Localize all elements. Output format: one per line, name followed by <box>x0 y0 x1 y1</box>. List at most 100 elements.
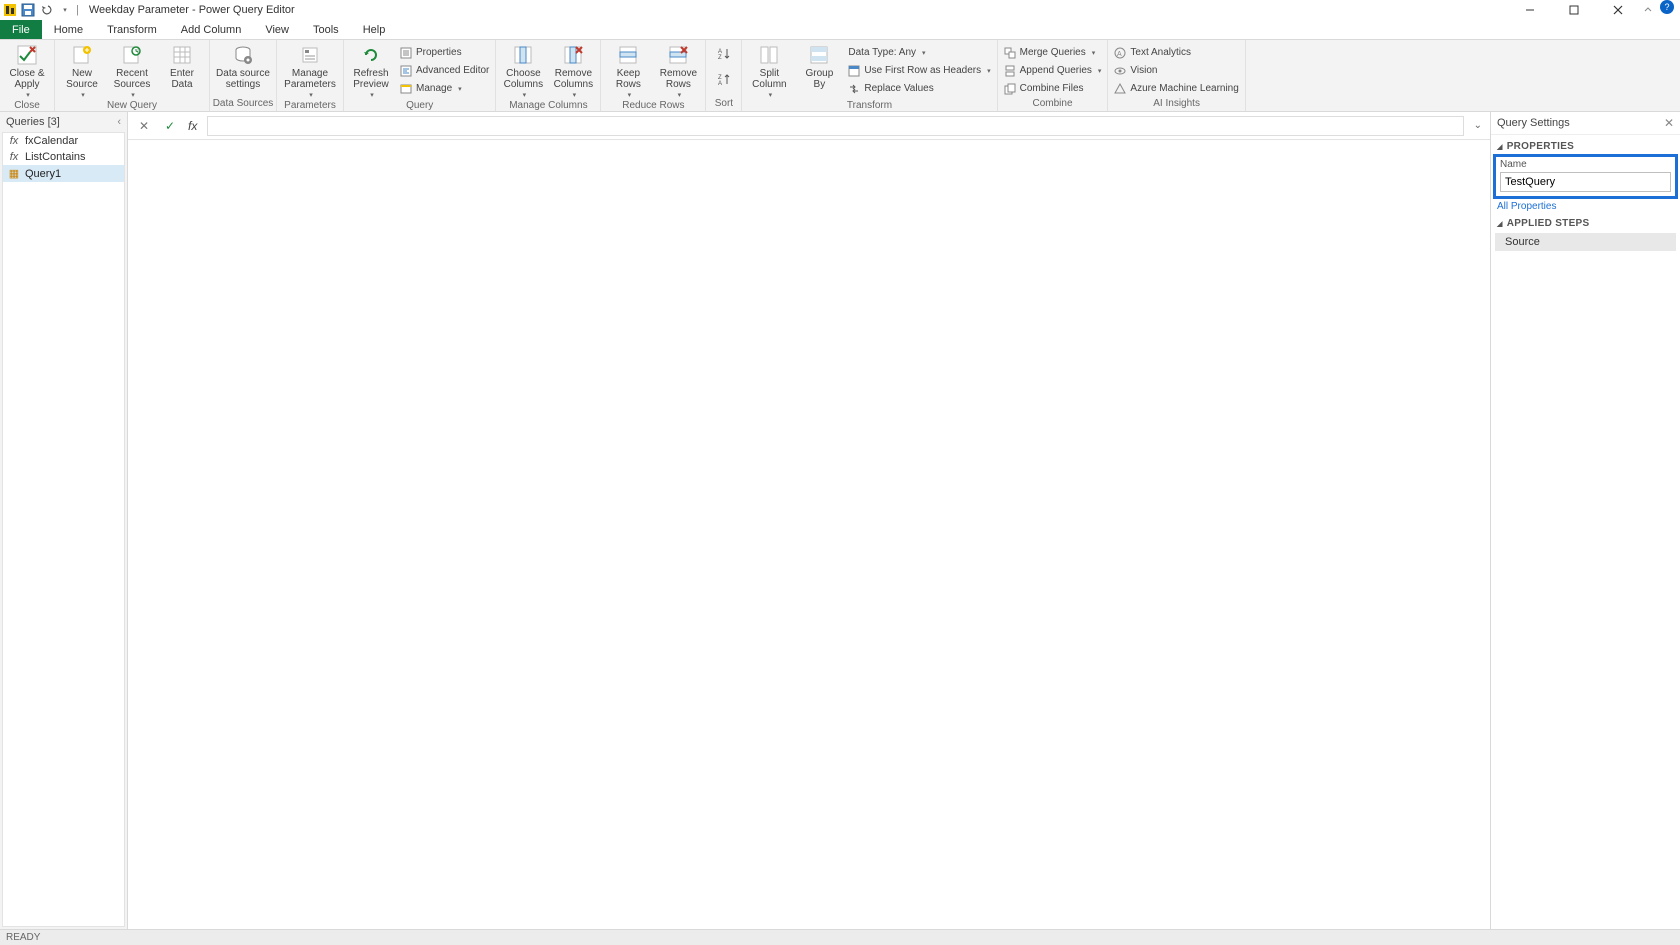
remove-rows-button[interactable]: Remove Rows <box>655 42 701 100</box>
queries-header: Queries [3] ‹ <box>0 112 127 132</box>
close-window-button[interactable] <box>1596 0 1640 20</box>
ribbon-group-ai-insights-label: AI Insights <box>1108 98 1244 111</box>
query-settings-close-button[interactable]: ✕ <box>1664 116 1674 130</box>
query-item-label: fxCalendar <box>25 135 78 147</box>
replace-values-button[interactable]: Replace Values <box>846 80 992 97</box>
qat-customize[interactable] <box>56 2 72 18</box>
properties-label: Properties <box>416 47 462 58</box>
tab-tools[interactable]: Tools <box>301 20 351 39</box>
undo-button[interactable] <box>38 2 54 18</box>
remove-columns-button[interactable]: Remove Columns <box>550 42 596 100</box>
minimize-button[interactable] <box>1508 0 1552 20</box>
query-item-label: ListContains <box>25 151 86 163</box>
queries-collapse-icon[interactable]: ‹ <box>117 116 121 128</box>
split-column-button[interactable]: Split Column <box>746 42 792 100</box>
tab-add-column[interactable]: Add Column <box>169 20 254 39</box>
data-type-button[interactable]: Data Type: Any <box>846 44 992 61</box>
maximize-button[interactable] <box>1552 0 1596 20</box>
append-queries-button[interactable]: Append Queries <box>1002 62 1104 79</box>
vision-button[interactable]: Vision <box>1112 62 1240 79</box>
status-bar: READY <box>0 929 1680 945</box>
window-title: Weekday Parameter - Power Query Editor <box>89 4 295 16</box>
close-apply-label: Close & Apply <box>9 68 44 90</box>
group-by-button[interactable]: Group By <box>796 42 842 90</box>
split-column-label: Split Column <box>752 68 786 90</box>
formula-bar: ✕ ✓ fx ⌄ <box>128 112 1490 140</box>
manage-parameters-label: Manage Parameters <box>284 68 336 90</box>
new-source-label: New Source <box>66 68 98 90</box>
preview-body <box>128 140 1490 929</box>
function-icon: fx <box>7 151 21 163</box>
sort-desc-button[interactable]: ZA <box>714 68 734 92</box>
formula-input[interactable] <box>207 116 1463 136</box>
tab-home[interactable]: Home <box>42 20 95 39</box>
formula-expand-icon[interactable]: ⌄ <box>1474 120 1482 131</box>
main-area: Queries [3] ‹ fx fxCalendar fx ListConta… <box>0 112 1680 929</box>
query-item-listcontains[interactable]: fx ListContains <box>3 149 124 165</box>
ribbon-collapse-icon[interactable] <box>1640 0 1656 20</box>
query-name-input[interactable] <box>1500 172 1671 192</box>
ribbon-group-ai-insights: A Text Analytics Vision Azure Machine Le… <box>1108 40 1245 111</box>
all-properties-link[interactable]: All Properties <box>1491 199 1680 212</box>
manage-parameters-button[interactable]: Manage Parameters <box>281 42 339 100</box>
ribbon-group-transform-label: Transform <box>742 100 996 113</box>
ribbon-group-combine: Merge Queries Append Queries Combine Fil… <box>998 40 1109 111</box>
query-settings-pane: Query Settings ✕ PROPERTIES Name All Pro… <box>1490 112 1680 929</box>
manage-button[interactable]: Manage <box>398 80 491 97</box>
query-item-query1[interactable]: ▦ Query1 <box>3 165 124 182</box>
ribbon-group-new-query-label: New Query <box>55 100 209 113</box>
merge-queries-label: Merge Queries <box>1020 47 1086 58</box>
function-icon: fx <box>7 135 21 147</box>
query-item-fxcalendar[interactable]: fx fxCalendar <box>3 133 124 149</box>
queries-header-label: Queries [3] <box>6 116 60 128</box>
ribbon: Close & Apply Close New Source Recent So… <box>0 40 1680 112</box>
help-button[interactable]: ? <box>1660 0 1674 14</box>
formula-commit-button[interactable]: ✓ <box>162 118 178 134</box>
enter-data-button[interactable]: Enter Data <box>159 42 205 90</box>
queries-list: fx fxCalendar fx ListContains ▦ Query1 <box>2 132 125 927</box>
formula-cancel-button[interactable]: ✕ <box>136 118 152 134</box>
azure-ml-label: Azure Machine Learning <box>1130 83 1238 94</box>
ribbon-group-combine-label: Combine <box>998 98 1108 111</box>
tab-help[interactable]: Help <box>351 20 398 39</box>
vision-label: Vision <box>1130 65 1157 76</box>
properties-button[interactable]: Properties <box>398 44 491 61</box>
refresh-preview-button[interactable]: Refresh Preview <box>348 42 394 100</box>
ribbon-group-transform: Split Column Group By Data Type: Any Use… <box>742 40 997 111</box>
advanced-editor-label: Advanced Editor <box>416 65 489 76</box>
tab-transform[interactable]: Transform <box>95 20 169 39</box>
new-source-button[interactable]: New Source <box>59 42 105 100</box>
advanced-editor-button[interactable]: Advanced Editor <box>398 62 491 79</box>
ribbon-group-sort: AZ ZA Sort <box>706 40 742 111</box>
name-label: Name <box>1500 159 1671 170</box>
ribbon-group-manage-columns: Choose Columns Remove Columns Manage Col… <box>496 40 601 111</box>
applied-steps-list: Source <box>1495 233 1676 251</box>
tab-view[interactable]: View <box>253 20 301 39</box>
group-by-label: Group By <box>805 68 833 90</box>
text-analytics-label: Text Analytics <box>1130 47 1191 58</box>
fx-icon: fx <box>188 119 197 133</box>
choose-columns-button[interactable]: Choose Columns <box>500 42 546 100</box>
choose-columns-label: Choose Columns <box>504 68 543 90</box>
first-row-headers-button[interactable]: Use First Row as Headers <box>846 62 992 79</box>
close-apply-button[interactable]: Close & Apply <box>4 42 50 100</box>
merge-queries-button[interactable]: Merge Queries <box>1002 44 1104 61</box>
svg-text:A: A <box>1117 51 1122 58</box>
properties-section-header[interactable]: PROPERTIES <box>1491 135 1680 154</box>
keep-rows-button[interactable]: Keep Rows <box>605 42 651 100</box>
queries-pane: Queries [3] ‹ fx fxCalendar fx ListConta… <box>0 112 128 929</box>
applied-steps-section-header[interactable]: APPLIED STEPS <box>1491 212 1680 231</box>
combine-files-button[interactable]: Combine Files <box>1002 80 1104 97</box>
first-row-headers-label: Use First Row as Headers <box>864 65 981 76</box>
recent-sources-button[interactable]: Recent Sources <box>109 42 155 100</box>
data-source-settings-button[interactable]: Data source settings <box>214 42 272 90</box>
text-analytics-button[interactable]: A Text Analytics <box>1112 44 1240 61</box>
ribbon-group-parameters-label: Parameters <box>277 100 343 113</box>
tab-file[interactable]: File <box>0 20 42 39</box>
azure-ml-button[interactable]: Azure Machine Learning <box>1112 80 1240 97</box>
save-button[interactable] <box>20 2 36 18</box>
applied-step-source[interactable]: Source <box>1495 233 1676 251</box>
query-settings-header: Query Settings ✕ <box>1491 112 1680 135</box>
ribbon-group-close: Close & Apply Close <box>0 40 55 111</box>
sort-asc-button[interactable]: AZ <box>714 42 734 66</box>
